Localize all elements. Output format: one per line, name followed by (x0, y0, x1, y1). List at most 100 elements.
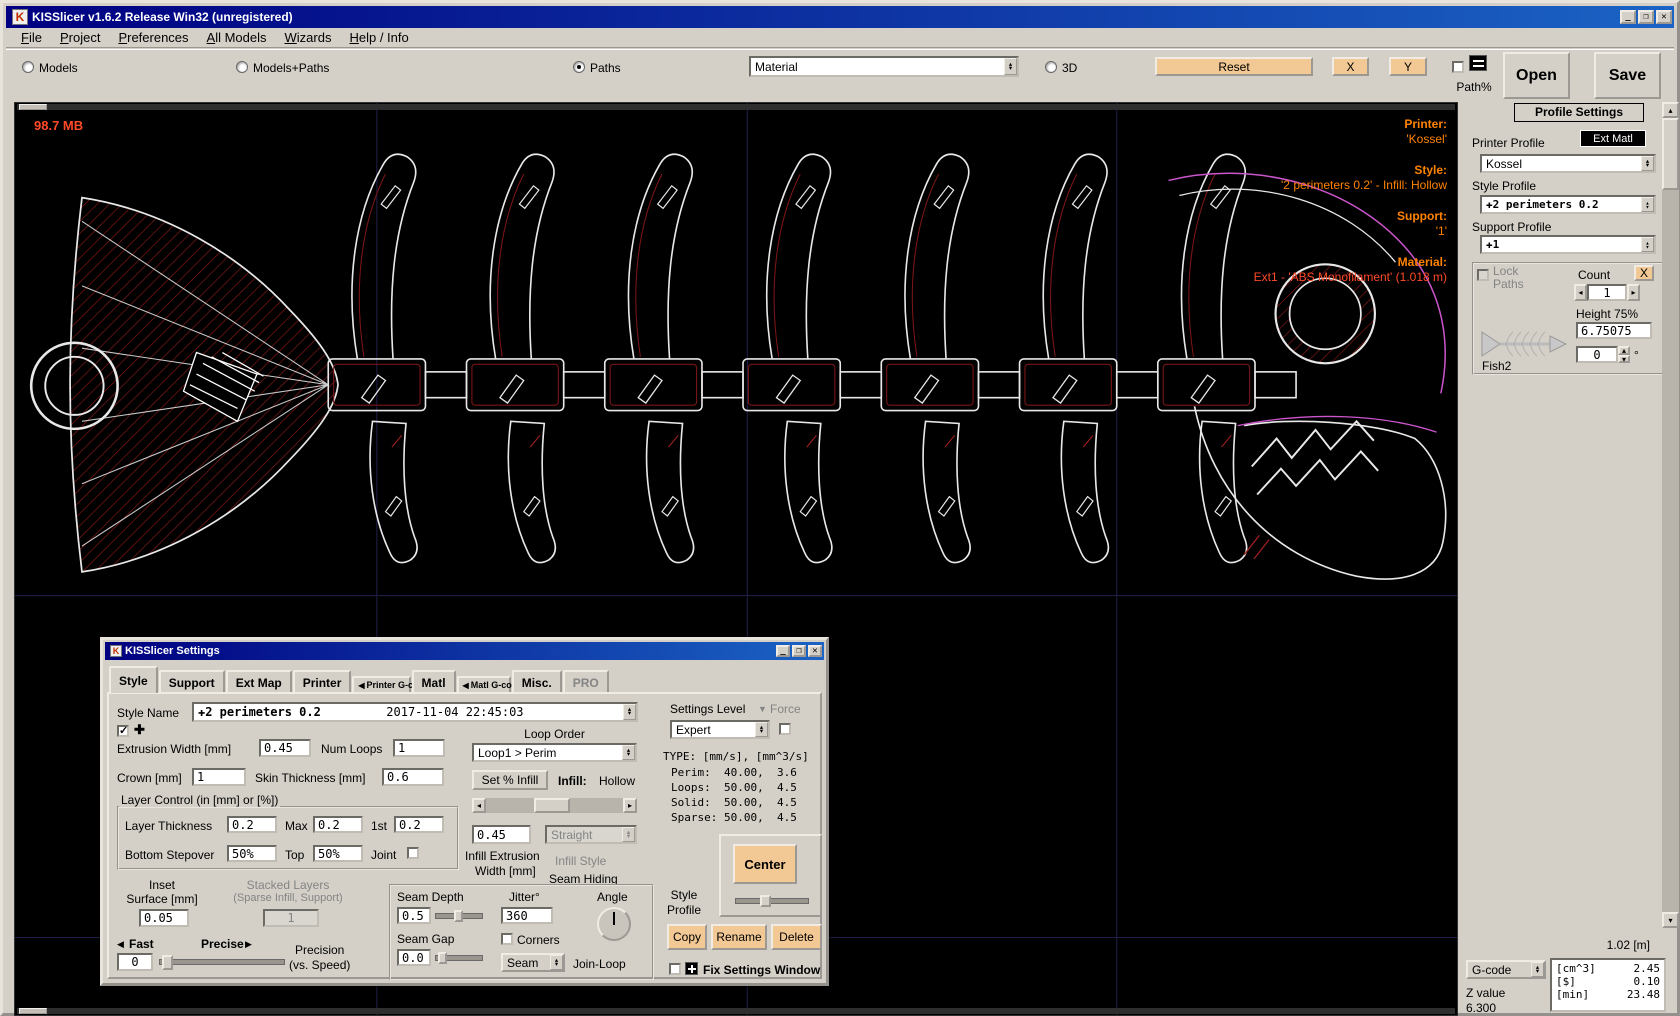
tab-matl-gcode[interactable]: ◀Matl G-code (457, 676, 511, 693)
3d-radio[interactable] (1045, 61, 1057, 73)
infill-slider-handle[interactable] (534, 798, 570, 813)
gcode-dropdown[interactable]: G-code (1466, 960, 1546, 979)
tab-printer-gcode[interactable]: ◀Printer G-code (352, 676, 410, 693)
paths-radio[interactable] (573, 61, 585, 73)
jitter-input[interactable] (501, 907, 553, 924)
copy-button[interactable]: Copy (667, 924, 707, 950)
close-icon[interactable]: ✕ (1656, 10, 1672, 24)
fix-window-checkbox[interactable] (669, 963, 681, 975)
infill-slider[interactable]: ◂ ▸ (472, 798, 637, 813)
settings-level-checkbox[interactable] (779, 723, 791, 735)
precision-input[interactable] (117, 953, 153, 971)
menu-project[interactable]: Project (51, 28, 109, 47)
menu-preferences[interactable]: Preferences (109, 28, 197, 47)
joint-checkbox[interactable] (407, 847, 419, 859)
inset-surface-input[interactable] (139, 909, 189, 927)
center-slider-handle[interactable] (760, 895, 771, 907)
center-button[interactable]: Center (733, 844, 797, 884)
angle-dial[interactable] (597, 907, 631, 941)
menu-all-models[interactable]: All Models (198, 28, 276, 47)
material-dropdown[interactable]: Material (749, 56, 1019, 77)
y-button[interactable]: Y (1389, 57, 1427, 76)
bottom-stepover-input[interactable] (227, 845, 277, 862)
layer-thickness-input[interactable] (227, 816, 277, 833)
lock-paths-checkbox[interactable] (1477, 269, 1489, 281)
infill-slider-right-icon[interactable]: ▸ (623, 798, 637, 813)
loop-order-dropdown[interactable]: Loop1 > Perim (472, 743, 637, 762)
stacked-layers-input[interactable] (263, 909, 319, 927)
scroll-down-icon[interactable]: ▾ (1662, 912, 1679, 928)
tab-style[interactable]: Style (109, 666, 158, 693)
path-pct-checkbox[interactable] (1452, 61, 1464, 73)
precise-label: Precise (201, 937, 244, 951)
save-button[interactable]: Save (1594, 52, 1661, 99)
tab-pro[interactable]: PRO (563, 670, 609, 693)
printer-profile-dropdown[interactable]: Kossel (1480, 154, 1656, 173)
extrusion-width-input[interactable] (259, 739, 311, 757)
reset-button[interactable]: Reset (1155, 57, 1313, 76)
menu-file[interactable]: File (12, 28, 51, 47)
seam-depth-slider[interactable] (435, 913, 483, 919)
infill-extrusion-width-input[interactable] (472, 825, 531, 844)
delete-button[interactable]: Delete (771, 924, 822, 950)
corners-checkbox[interactable] (501, 933, 513, 945)
seam-gap-slider-handle[interactable] (438, 952, 447, 964)
settings-level-dropdown[interactable]: Expert (670, 720, 770, 739)
menu-help[interactable]: Help / Info (340, 28, 417, 47)
height-input[interactable] (1576, 322, 1652, 339)
count-input[interactable] (1587, 284, 1627, 301)
delete-model-button[interactable]: X (1634, 265, 1654, 281)
support-profile-dropdown[interactable]: ✚1 (1480, 235, 1656, 254)
precision-slider[interactable] (159, 959, 285, 965)
count-increment-icon[interactable]: ▸ (1627, 284, 1640, 301)
info-material-label: Material: (1398, 255, 1447, 270)
minimize-icon[interactable]: _ (1620, 10, 1636, 24)
models-radio[interactable] (22, 61, 34, 73)
tab-ext-map[interactable]: Ext Map (226, 670, 292, 693)
rotation-down-icon[interactable]: ▾ (1618, 355, 1630, 363)
first-layer-input[interactable] (394, 816, 444, 833)
settings-minimize-icon[interactable]: _ (776, 645, 790, 657)
settings-maximize-icon[interactable]: ❐ (792, 645, 806, 657)
settings-close-icon[interactable]: ✕ (808, 645, 822, 657)
count-decrement-icon[interactable]: ◂ (1574, 284, 1587, 301)
style-profile-dropdown[interactable]: ✚2 perimeters 0.2 (1480, 195, 1656, 214)
top-stepover-input[interactable] (313, 845, 363, 862)
seam-gap-input[interactable] (397, 949, 431, 966)
num-loops-input[interactable] (393, 739, 445, 757)
x-button[interactable]: X (1332, 57, 1369, 76)
sidebar-scrollbar[interactable]: ▴ ▾ (1662, 102, 1679, 928)
infill-slider-left-icon[interactable]: ◂ (472, 798, 486, 813)
layer-slider-bottom[interactable] (17, 1008, 1455, 1014)
center-slider[interactable] (735, 898, 809, 904)
max-layer-input[interactable] (313, 816, 363, 833)
crown-input[interactable] (192, 768, 246, 786)
seam-gap-slider[interactable] (435, 955, 483, 961)
rotation-input[interactable] (1576, 346, 1618, 363)
infill-style-dropdown[interactable]: Straight (545, 825, 637, 844)
menu-wizards[interactable]: Wizards (276, 28, 341, 47)
seam-depth-input[interactable] (397, 907, 431, 924)
ext-matl-button[interactable]: Ext Matl (1580, 130, 1646, 147)
layer-slider-top[interactable] (17, 104, 1455, 110)
tab-misc[interactable]: Misc. (512, 670, 562, 693)
tab-support[interactable]: Support (159, 670, 225, 693)
seam-depth-slider-handle[interactable] (454, 910, 463, 922)
scroll-up-icon[interactable]: ▴ (1662, 102, 1679, 118)
seam-mode-dropdown[interactable]: Seam (501, 953, 565, 972)
models-paths-radio[interactable] (236, 61, 248, 73)
layer-slider-top-handle[interactable] (19, 104, 47, 110)
open-button[interactable]: Open (1503, 52, 1570, 99)
rename-button[interactable]: Rename (711, 924, 767, 950)
tab-printer[interactable]: Printer (293, 670, 352, 693)
skin-thickness-input[interactable] (382, 768, 444, 786)
maximize-icon[interactable]: ❐ (1638, 10, 1654, 24)
tab-matl[interactable]: Matl (412, 670, 456, 693)
style-name-dropdown[interactable]: ✚2 perimeters 0.2 2017-11-04 22:45:03 (192, 702, 638, 722)
precision-slider-handle[interactable] (162, 955, 173, 970)
layer-slider-bottom-handle[interactable] (19, 1008, 47, 1014)
scrollbar-thumb[interactable] (1662, 118, 1679, 190)
add-style-icon[interactable] (134, 722, 145, 738)
style-enabled-checkbox[interactable] (117, 725, 129, 737)
set-infill-button[interactable]: Set % Infill (472, 770, 548, 790)
